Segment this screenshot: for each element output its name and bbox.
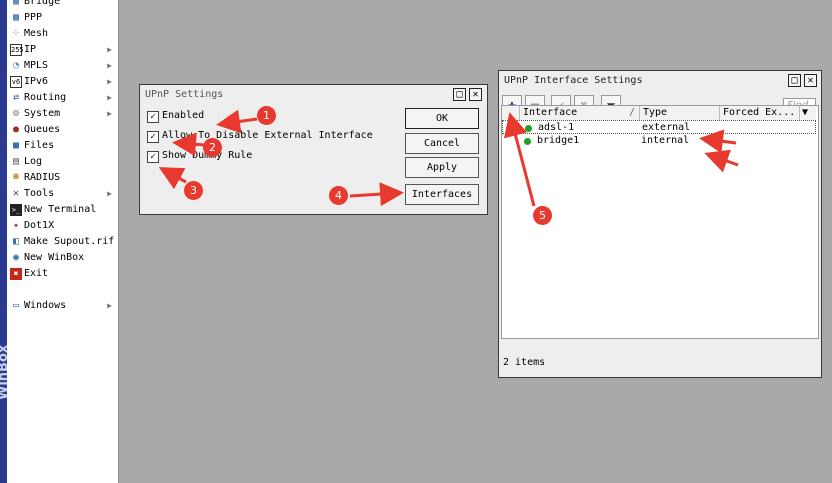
annotation-arrow (503, 112, 536, 207)
annotation-arrow (216, 109, 258, 134)
annotation-badge-1: 1 (257, 106, 276, 125)
annotation-badge-4: 4 (329, 186, 348, 205)
annotation-badge-5: 5 (533, 206, 552, 225)
annotation-arrow (704, 149, 739, 173)
annotation-arrow (158, 167, 187, 190)
annotation-arrow (172, 132, 206, 157)
annotation-arrow (349, 182, 404, 207)
annotation-arrow (699, 129, 737, 154)
annotation-badge-3: 3 (184, 181, 203, 200)
annotation-arrows (158, 109, 739, 207)
annotation-badge-2: 2 (203, 138, 222, 157)
